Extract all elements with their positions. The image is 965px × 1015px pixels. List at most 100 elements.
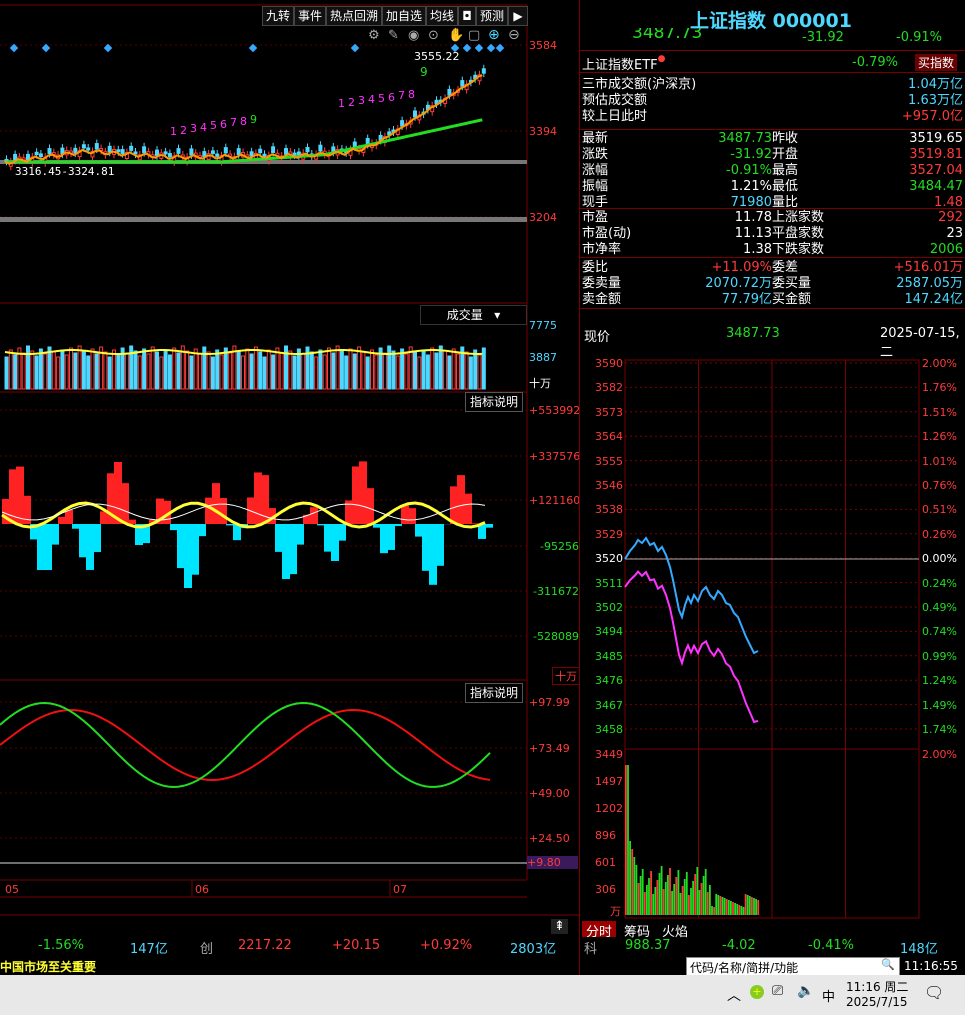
button-hotspot-review[interactable]: 热点回溯 (326, 6, 382, 26)
month-label-06: 06 (195, 883, 209, 896)
volume-indicator-select[interactable]: 成交量 ▾ (420, 305, 527, 325)
volume-axis-mid: 3887 (529, 351, 557, 364)
app-tray-icon[interactable]: + (750, 985, 764, 999)
intraday-axis-right: 0.24% (922, 576, 957, 590)
button-jiuzhuan[interactable]: 九转 (262, 6, 294, 26)
kchart-axis-low: 3204 (529, 211, 557, 224)
td-sequence-b: 6 (388, 90, 395, 104)
buy-index-button[interactable]: 买指数 (915, 54, 958, 71)
intraday-vol-right: 2.00% (922, 748, 957, 761)
quote-value-a: 1.21% (730, 179, 772, 194)
left-chart-area[interactable] (0, 0, 580, 975)
val-value-a: 11.78 (734, 210, 772, 225)
settings-icon[interactable]: ⚙ (368, 28, 380, 43)
news-ticker[interactable]: 中国市场至关重要 (0, 958, 96, 975)
button-forecast[interactable]: 预测 (476, 6, 508, 26)
intraday-chart[interactable] (580, 355, 965, 920)
intraday-axis-right: 0.00% (922, 552, 957, 566)
intraday-axis-left: 3458 (595, 723, 623, 736)
intraday-axis-left: 3485 (595, 649, 623, 663)
order-value-b: 2587.05万 (896, 276, 963, 291)
quote-label-a: 最新 (582, 131, 609, 146)
etf-name[interactable]: 上证指数ETF● (582, 54, 666, 73)
kdj-axis-1: +97.99 (529, 696, 570, 709)
now-label: 现价 (584, 330, 611, 345)
intraday-vol-axis: 601 (595, 856, 616, 869)
intraday-vol-axis: 3449 (595, 748, 623, 761)
td-sequence-a: 6 (220, 117, 227, 131)
status-chg: +20.15 (332, 938, 381, 953)
intraday-vol-axis: 306 (595, 883, 616, 896)
order-label-b: 委买量 (772, 276, 812, 291)
quote-value-b: 3484.47 (909, 179, 963, 194)
month-label-05: 05 (5, 883, 19, 896)
kdj-axis-4: +24.50 (529, 832, 570, 845)
td-sequence-a: 5 (210, 119, 217, 132)
box-select-icon[interactable]: ▢ (468, 28, 480, 43)
taskbar-date[interactable]: 2025/7/15 (846, 995, 908, 1009)
order-label-a: 委比 (582, 260, 609, 275)
panel-chg: -31.92 (802, 30, 844, 45)
status-index-name[interactable]: 创 (200, 938, 213, 957)
hand-icon[interactable]: ✋ (448, 28, 464, 43)
td-sequence-a: 4 (200, 120, 207, 134)
stat-key: 三市成交额(沪深京) (582, 77, 697, 92)
macd-unit: 十万 (552, 667, 580, 685)
camera-icon[interactable]: ◘ (458, 6, 476, 26)
quote-value-a: 3487.73 (718, 131, 772, 146)
panel-price: 3487.73 (632, 28, 703, 42)
pin-top-icon[interactable]: ⇞ (551, 919, 568, 934)
chevron-up-icon[interactable]: ︿ (727, 985, 741, 1005)
val-row: 市盈(动) 11.13 平盘家数 23 (582, 226, 965, 242)
macd-help-button[interactable]: 指标说明 (465, 392, 523, 412)
search-placeholder: 代码/名称/简拼/功能 (690, 961, 799, 975)
zoom-out-icon[interactable]: ⊖ (508, 27, 520, 43)
volume-icon[interactable]: 🔈 (797, 983, 814, 999)
taskbar: ︿ + ⎚ 🔈 中 11:16 周二 2025/7/15 🗨 (0, 975, 965, 1015)
draw-pen-icon[interactable]: ✎ (388, 28, 399, 43)
intraday-axis-right: 1.24% (922, 674, 957, 688)
status2-name[interactable]: 科 (584, 938, 597, 957)
order-row: 委比 +11.09% 委差 +516.01万 (582, 260, 965, 276)
macd-axis-6: -528089 (533, 630, 579, 643)
button-events[interactable]: 事件 (294, 6, 326, 26)
expand-right-icon[interactable]: ▶ (508, 6, 528, 26)
order-value-b: 147.24亿 (904, 292, 964, 307)
val-label-b: 平盘家数 (772, 226, 825, 241)
td-sequence-a: 8 (240, 114, 247, 128)
panel-title: 上证指数 000001 (690, 10, 852, 32)
ime-indicator[interactable]: 中 (822, 986, 835, 1005)
val-row: 市净率 1.38 下跌家数 2006 (582, 242, 965, 258)
intraday-axis-left: 3520 (595, 552, 623, 566)
quote-value-a: -31.92 (730, 147, 772, 162)
intraday-vol-axis: 1202 (595, 802, 623, 815)
button-add-favorite[interactable]: 加自选 (382, 6, 426, 26)
volume-unit: 十万 (529, 377, 551, 390)
intraday-axis-right: 0.26% (922, 527, 957, 541)
tab-timeshare[interactable]: 分时 (582, 921, 616, 940)
quote-row: 涨跌 -31.92 开盘 3519.81 (582, 147, 965, 163)
search-icon[interactable]: 🔍 (881, 958, 895, 971)
stat-value: 1.04万亿 (908, 77, 963, 92)
network-icon[interactable]: ⎚ (772, 983, 783, 999)
stat-value: +957.0亿 (901, 109, 963, 124)
panel-chgpct: -0.91% (896, 30, 942, 45)
zoom-in-icon[interactable]: ⊕ (488, 27, 500, 43)
button-ma[interactable]: 均线 (426, 6, 458, 26)
intraday-axis-right: 1.26% (922, 430, 957, 444)
kdj-axis-2: +73.49 (529, 742, 570, 755)
status-chgpct: +0.92% (420, 938, 473, 953)
search-box[interactable]: 代码/名称/简拼/功能 🔍 (686, 957, 900, 976)
taskbar-time[interactable]: 11:16 周二 (846, 978, 908, 995)
intraday-axis-left: 3502 (595, 601, 623, 614)
zoom-icon[interactable]: ⊙ (428, 28, 439, 43)
td-sequence-b: 1 (338, 97, 345, 110)
kdj-help-button[interactable]: 指标说明 (465, 683, 523, 703)
notification-icon[interactable]: 🗨 (924, 983, 944, 1002)
intraday-axis-left: 3476 (595, 674, 623, 688)
clock: 11:16:55 (904, 959, 958, 973)
intraday-axis-left: 3467 (595, 698, 623, 712)
quote-label-a: 涨幅 (582, 163, 609, 178)
quote-label-a: 涨跌 (582, 147, 609, 162)
eye-icon[interactable]: ◉ (408, 28, 419, 43)
